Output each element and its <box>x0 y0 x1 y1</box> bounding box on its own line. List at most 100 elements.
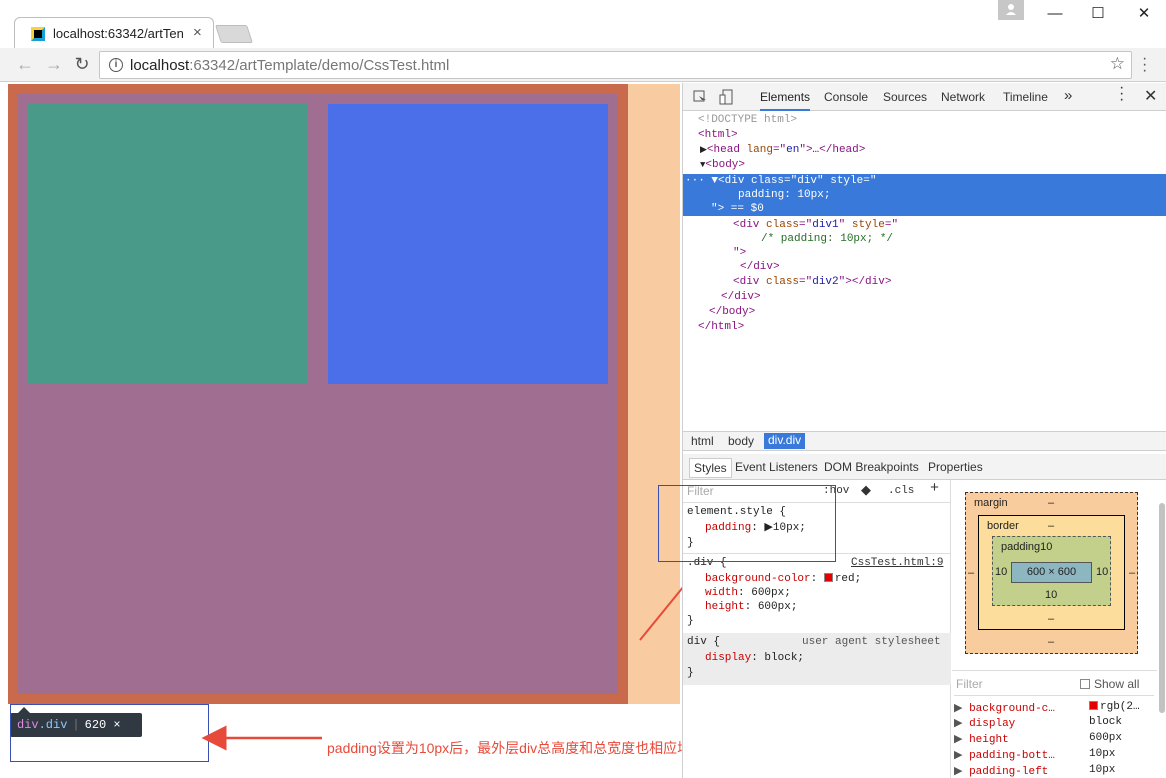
box-model: margin – – – – border – – padding10 10 1… <box>952 480 1166 670</box>
padding-annotation-box <box>658 485 836 562</box>
back-arrow-icon[interactable]: ← <box>14 54 36 75</box>
padding-right-value: 10 <box>1096 566 1109 578</box>
padding-left-value: 10 <box>995 566 1008 578</box>
more-tabs-icon[interactable]: » <box>1064 87 1072 104</box>
tab-close-icon[interactable]: × <box>193 24 202 41</box>
div2-box[interactable] <box>328 104 608 384</box>
dom-div1-comment: /* padding: 10px; */ <box>761 233 894 245</box>
ua-selector: div { <box>687 636 721 648</box>
ua-label: user agent stylesheet <box>802 636 941 648</box>
computed-pane: Filter Show all ▶ background-c… rgb(2… ▶ … <box>952 670 1157 778</box>
crumb-html[interactable]: html <box>687 434 718 448</box>
tab-title: localhost:63342/artTen <box>53 26 184 41</box>
margin-highlight <box>628 84 680 704</box>
computed-filter-input[interactable]: Filter <box>956 677 983 691</box>
padding-bottom-value: 10 <box>1045 589 1058 601</box>
close-window-button[interactable]: ✕ <box>1129 4 1159 24</box>
dom-body-open[interactable]: ▼<body> <box>700 158 745 173</box>
box-margin[interactable]: margin – – – – border – – padding10 10 1… <box>965 492 1138 654</box>
maximize-button[interactable]: ☐ <box>1083 4 1113 24</box>
new-tab-button[interactable] <box>215 25 253 43</box>
computed-row[interactable]: ▶ background-c… rgb(2… <box>954 695 1154 715</box>
outer-div-highlight[interactable] <box>8 84 628 704</box>
rule-close-2: } <box>687 615 694 627</box>
div1-box[interactable] <box>28 104 308 384</box>
computed-row[interactable]: ▶ padding-left 10px <box>954 764 1115 778</box>
bg-color-property[interactable]: background-color: red; <box>705 572 861 587</box>
box-padding[interactable]: padding10 10 10 10 600 × 600 <box>992 536 1111 606</box>
browser-toolbar: ← → ↻ i localhost:63342/artTemplate/demo… <box>0 48 1166 82</box>
dom-div1-close[interactable]: </div> <box>740 260 780 275</box>
address-bar[interactable]: i localhost:63342/artTemplate/demo/CssTe… <box>99 51 1132 79</box>
dom-div1[interactable]: <div class="div1" style=" <box>733 218 898 233</box>
dom-html-open[interactable]: <html> <box>698 128 738 143</box>
show-all-checkbox[interactable]: Show all <box>1080 677 1139 691</box>
device-mode-icon[interactable] <box>719 89 733 105</box>
computed-row[interactable]: ▶ display block <box>954 716 1122 730</box>
tab-properties[interactable]: Properties <box>924 458 987 476</box>
tab-console[interactable]: Console <box>824 90 868 104</box>
crumb-body[interactable]: body <box>724 434 758 448</box>
devtools-menu-icon[interactable]: · · · <box>1119 80 1124 108</box>
url-path: :63342/artTemplate/demo/CssTest.html <box>189 57 450 74</box>
height-property[interactable]: height: 600px; <box>705 600 797 615</box>
border-label: border <box>987 520 1019 532</box>
tab-sources[interactable]: Sources <box>883 90 927 104</box>
dom-tree: <!DOCTYPE html> <html> ▶<head lang="en">… <box>683 111 1166 431</box>
padding-label: padding10 <box>1001 541 1053 553</box>
margin-top-value: – <box>1048 497 1055 509</box>
info-icon[interactable]: i <box>109 58 123 72</box>
tab-network[interactable]: Network <box>941 90 985 104</box>
devtools-panel: Elements Console Sources Network Timelin… <box>658 80 1166 778</box>
url-text: localhost:63342/artTemplate/demo/CssTest… <box>130 57 449 74</box>
browser-tab[interactable]: localhost:63342/artTen × <box>14 17 214 49</box>
dom-div2[interactable]: <div class="div2"></div> <box>733 275 891 290</box>
dom-div-close[interactable]: </div> <box>721 290 761 305</box>
user-profile-icon[interactable] <box>998 0 1024 20</box>
sidebar-scrollbar[interactable] <box>1159 503 1165 713</box>
cls-toggle[interactable]: .cls <box>888 484 914 499</box>
bookmark-star-icon[interactable]: ☆ <box>1110 54 1125 74</box>
red-swatch-icon[interactable] <box>823 573 833 582</box>
computed-row[interactable]: ▶ height 600px <box>954 732 1122 746</box>
dom-html-close[interactable]: </html> <box>698 320 744 335</box>
tab-timeline[interactable]: Timeline <box>1003 90 1048 104</box>
crumb-div[interactable]: div.div <box>764 433 806 449</box>
dom-div1-close-quote: "> <box>733 247 747 259</box>
margin-left-value: – <box>968 567 975 579</box>
box-content[interactable]: 600 × 600 <box>1011 562 1092 583</box>
sidebar-tabs: Styles Event Listeners DOM Breakpoints P… <box>683 454 1166 480</box>
box-border[interactable]: border – – padding10 10 10 10 600 × 600 <box>978 515 1125 630</box>
tab-styles[interactable]: Styles <box>689 458 732 478</box>
inspect-element-icon[interactable] <box>693 90 707 104</box>
source-link[interactable]: CssTest.html:9 <box>851 556 943 571</box>
annotation-box <box>10 704 209 762</box>
dom-head[interactable]: ▶<head lang="en">…</head> <box>700 143 865 158</box>
margin-label: margin <box>974 497 1008 509</box>
tab-dom-breakpoints[interactable]: DOM Breakpoints <box>820 458 923 476</box>
minimize-button[interactable]: — <box>1040 4 1070 24</box>
new-rule-button[interactable]: + <box>930 481 939 496</box>
dom-selected-node[interactable]: ··· ▼<div class="div" style=" padding: 1… <box>683 174 1166 216</box>
annotation-text: padding设置为10px后，最外层div总高度和总宽度也相应增加了20px <box>327 740 682 756</box>
width-property[interactable]: width: 600px; <box>705 586 791 601</box>
tab-elements[interactable]: Elements <box>760 90 811 111</box>
margin-right-value: – <box>1129 567 1136 579</box>
forward-arrow-icon[interactable]: → <box>43 54 65 75</box>
border-bottom-value: – <box>1048 613 1055 625</box>
computed-row[interactable]: ▶ padding-bott… 10px <box>954 748 1115 762</box>
rule-close-3: } <box>687 667 694 679</box>
div-content-box[interactable] <box>18 94 618 694</box>
browser-menu-icon[interactable]: · · · <box>1142 51 1147 79</box>
webstorm-favicon-icon <box>31 27 45 41</box>
tab-event-listeners[interactable]: Event Listeners <box>731 458 822 476</box>
devtools-toolbar: Elements Console Sources Network Timelin… <box>683 80 1166 111</box>
dom-doctype[interactable]: <!DOCTYPE html> <box>698 113 797 128</box>
reload-icon[interactable]: ↻ <box>71 54 93 75</box>
dom-body-close[interactable]: </body> <box>709 305 755 320</box>
color-format-icon[interactable]: ◆ <box>861 483 871 498</box>
devtools-close-icon[interactable]: ✕ <box>1144 86 1157 106</box>
page-viewport: div.div | 620 × 620 padding设置为10px后，最外层div… <box>0 83 682 778</box>
url-host: localhost <box>130 57 190 74</box>
display-property: display: block; <box>705 652 805 664</box>
